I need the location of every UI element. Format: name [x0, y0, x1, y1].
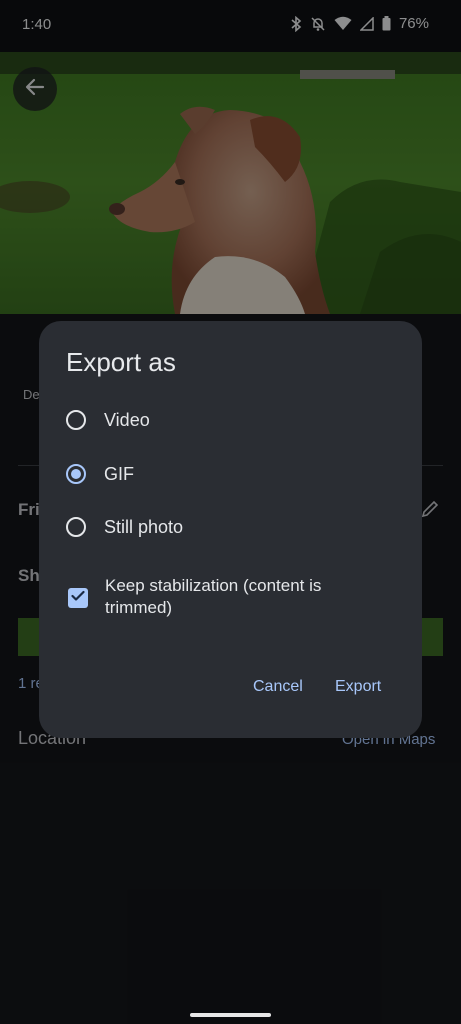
radio-still-photo[interactable] [66, 517, 86, 537]
export-dialog: Export as Video GIF Still photo Keep sta… [39, 321, 422, 738]
option-video[interactable]: Video [66, 403, 150, 437]
cancel-button[interactable]: Cancel [253, 678, 303, 696]
export-button[interactable]: Export [335, 678, 381, 696]
checkmark-icon [71, 589, 85, 607]
dialog-title: Export as [66, 347, 176, 377]
option-gif[interactable]: GIF [66, 457, 134, 491]
option-still-photo-label: Still photo [104, 516, 184, 537]
radio-video[interactable] [66, 410, 86, 430]
radio-gif[interactable] [66, 464, 86, 484]
gesture-nav-bar[interactable] [190, 1013, 271, 1017]
stabilization-label[interactable]: Keep stabilization (content is trimmed) [105, 575, 385, 619]
option-gif-label: GIF [104, 463, 134, 484]
option-still-photo[interactable]: Still photo [66, 510, 183, 544]
option-video-label: Video [104, 409, 150, 430]
stabilization-checkbox[interactable] [68, 588, 88, 608]
